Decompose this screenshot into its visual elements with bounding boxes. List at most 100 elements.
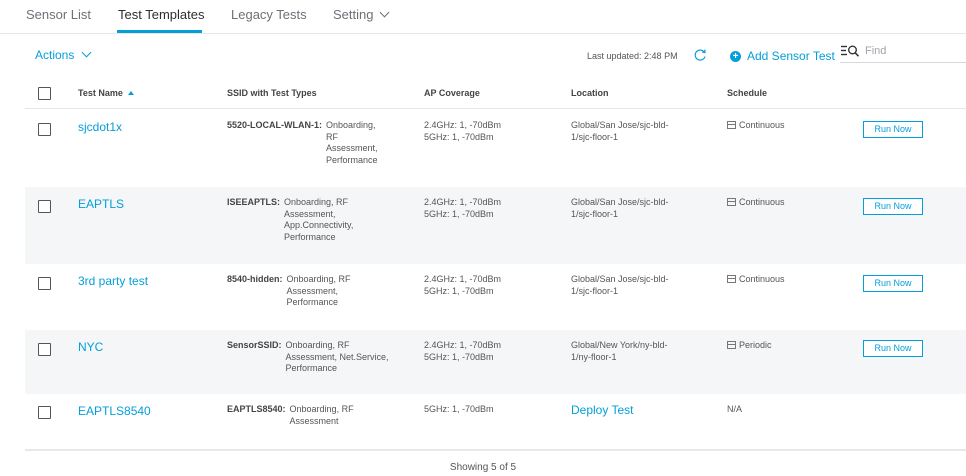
find-input[interactable] bbox=[865, 45, 960, 57]
pagination-summary: Showing 5 of 5 bbox=[449, 462, 517, 473]
ssid-test-types: SensorSSID: Onboarding, RF Assessment, N… bbox=[227, 340, 389, 375]
active-tab-indicator bbox=[117, 30, 202, 33]
test-name-link[interactable]: EAPTLS8540 bbox=[78, 404, 151, 418]
tab-legacy-tests[interactable]: Legacy Tests bbox=[231, 7, 307, 22]
coverage-line: 5GHz: 1, -70dBm bbox=[424, 404, 494, 414]
ssid-test-types: ISEEAPTLS: Onboarding, RF Assessment, Ap… bbox=[227, 197, 353, 243]
schedule-text: N/A bbox=[727, 404, 743, 414]
schedule: Continuous bbox=[727, 120, 785, 130]
ap-coverage: 5GHz: 1, -70dBm bbox=[424, 404, 494, 416]
location-line: Global/San Jose/sjc-bld- bbox=[571, 120, 669, 130]
test-type: Onboarding, RF bbox=[284, 197, 349, 207]
location-line: Global/San Jose/sjc-bld- bbox=[571, 274, 669, 284]
tab-bar: Sensor List Test Templates Legacy Tests … bbox=[0, 0, 966, 34]
run-now-button[interactable]: Run Now bbox=[863, 198, 923, 215]
test-types-list: Onboarding, RF Assessment bbox=[290, 404, 354, 427]
test-types-list: Onboarding, RF Assessment, Net.Service, … bbox=[286, 340, 389, 375]
ap-coverage: 2.4GHz: 1, -70dBm 5GHz: 1, -70dBm bbox=[424, 120, 501, 143]
column-header-ap-coverage: AP Coverage bbox=[424, 88, 480, 98]
find-box bbox=[840, 40, 966, 63]
test-name-link[interactable]: sjcdot1x bbox=[78, 120, 122, 134]
add-sensor-test-button[interactable]: + Add Sensor Test bbox=[730, 49, 835, 63]
test-type: Onboarding, RF bbox=[286, 274, 351, 284]
coverage-line: 2.4GHz: 1, -70dBm bbox=[424, 120, 502, 130]
location-line: 1/ny-floor-1 bbox=[571, 351, 617, 362]
test-name-link[interactable]: EAPTLS bbox=[78, 197, 124, 211]
test-type: Performance bbox=[285, 363, 338, 373]
actions-menu[interactable]: Actions bbox=[35, 47, 92, 62]
tab-setting[interactable]: Setting bbox=[333, 7, 390, 22]
calendar-icon bbox=[727, 121, 736, 129]
actions-label: Actions bbox=[35, 48, 75, 62]
ap-coverage: 2.4GHz: 1, -70dBm 5GHz: 1, -70dBm bbox=[424, 274, 501, 297]
ssid-name: ISEEAPTLS: bbox=[227, 197, 281, 207]
ssid-name: EAPTLS8540: bbox=[227, 404, 286, 414]
column-header-test-name-label: Test Name bbox=[78, 88, 123, 98]
test-type: RF bbox=[326, 131, 339, 142]
row-checkbox[interactable] bbox=[38, 200, 51, 213]
sort-ascending-icon bbox=[127, 91, 134, 95]
coverage-line: 2.4GHz: 1, -70dBm bbox=[424, 340, 502, 350]
refresh-icon[interactable] bbox=[693, 48, 707, 62]
table-row: NYC SensorSSID: Onboarding, RF Assessmen… bbox=[25, 330, 966, 394]
ap-coverage: 2.4GHz: 1, -70dBm 5GHz: 1, -70dBm bbox=[424, 340, 501, 363]
test-type: App.Connectivity, bbox=[284, 220, 354, 230]
table-header: Test Name SSID with Test Types AP Covera… bbox=[25, 78, 966, 109]
column-header-schedule: Schedule bbox=[727, 88, 768, 98]
row-checkbox[interactable] bbox=[38, 277, 51, 290]
run-now-button[interactable]: Run Now bbox=[863, 121, 923, 138]
row-checkbox[interactable] bbox=[38, 406, 51, 419]
location-line: Global/New York/ny-bld- bbox=[571, 340, 668, 350]
table-row: EAPTLS ISEEAPTLS: Onboarding, RF Assessm… bbox=[25, 187, 966, 264]
plus-circle-icon: + bbox=[730, 50, 741, 62]
add-sensor-test-label: Add Sensor Test bbox=[747, 49, 835, 63]
coverage-line: 5GHz: 1, -70dBm bbox=[424, 208, 494, 219]
schedule-text: Periodic bbox=[739, 340, 772, 350]
ssid-test-types: EAPTLS8540: Onboarding, RF Assessment bbox=[227, 404, 354, 427]
column-header-test-name[interactable]: Test Name bbox=[78, 88, 134, 98]
location: Global/New York/ny-bld- 1/ny-floor-1 bbox=[571, 340, 668, 363]
test-name-link[interactable]: NYC bbox=[78, 340, 103, 354]
test-type: Assessment, bbox=[284, 208, 336, 219]
ssid-test-types: 5520-LOCAL-WLAN-1: Onboarding, RF Assess… bbox=[227, 120, 378, 166]
select-all-checkbox[interactable] bbox=[38, 87, 51, 100]
chevron-down-icon bbox=[81, 47, 92, 58]
test-type: Onboarding, RF bbox=[285, 340, 350, 350]
chevron-down-icon bbox=[380, 7, 390, 18]
location-line: 1/sjc-floor-1 bbox=[571, 208, 619, 219]
run-now-button[interactable]: Run Now bbox=[863, 275, 923, 292]
last-updated-text: Last updated: 2:48 PM bbox=[587, 51, 678, 61]
column-header-location: Location bbox=[571, 88, 609, 98]
ap-coverage: 2.4GHz: 1, -70dBm 5GHz: 1, -70dBm bbox=[424, 197, 501, 220]
filter-search-icon bbox=[841, 45, 860, 57]
tab-sensor-list[interactable]: Sensor List bbox=[26, 7, 91, 22]
table-bottom-divider bbox=[25, 449, 966, 451]
location: Global/San Jose/sjc-bld- 1/sjc-floor-1 bbox=[571, 120, 669, 143]
test-name-link[interactable]: 3rd party test bbox=[78, 274, 148, 288]
test-types-list: Onboarding, RF Assessment, Performance bbox=[287, 274, 351, 309]
tab-test-templates[interactable]: Test Templates bbox=[118, 7, 204, 22]
schedule-text: Continuous bbox=[739, 120, 785, 130]
calendar-icon bbox=[727, 198, 736, 206]
calendar-icon bbox=[727, 341, 736, 349]
schedule: Continuous bbox=[727, 197, 785, 207]
row-checkbox[interactable] bbox=[38, 123, 51, 136]
location: Global/San Jose/sjc-bld- 1/sjc-floor-1 bbox=[571, 197, 669, 220]
schedule-text: Continuous bbox=[739, 197, 785, 207]
test-type: Performance bbox=[286, 297, 339, 307]
test-type: Onboarding, RF bbox=[289, 404, 354, 414]
deploy-test-link[interactable]: Deploy Test bbox=[571, 403, 633, 417]
row-checkbox[interactable] bbox=[38, 343, 51, 356]
test-types-list: Onboarding, RF Assessment, Performance bbox=[326, 120, 378, 166]
tab-setting-label: Setting bbox=[333, 7, 374, 22]
test-type: Assessment bbox=[289, 415, 339, 426]
table-row: sjcdot1x 5520-LOCAL-WLAN-1: Onboarding, … bbox=[25, 110, 966, 187]
calendar-icon bbox=[727, 275, 736, 283]
test-type: Assessment, bbox=[326, 143, 378, 153]
test-type: Assessment, bbox=[286, 285, 339, 296]
test-type: Onboarding, bbox=[326, 120, 376, 130]
run-now-button[interactable]: Run Now bbox=[863, 340, 923, 357]
location: Global/San Jose/sjc-bld- 1/sjc-floor-1 bbox=[571, 274, 669, 297]
coverage-line: 5GHz: 1, -70dBm bbox=[424, 131, 494, 142]
coverage-line: 5GHz: 1, -70dBm bbox=[424, 351, 494, 362]
